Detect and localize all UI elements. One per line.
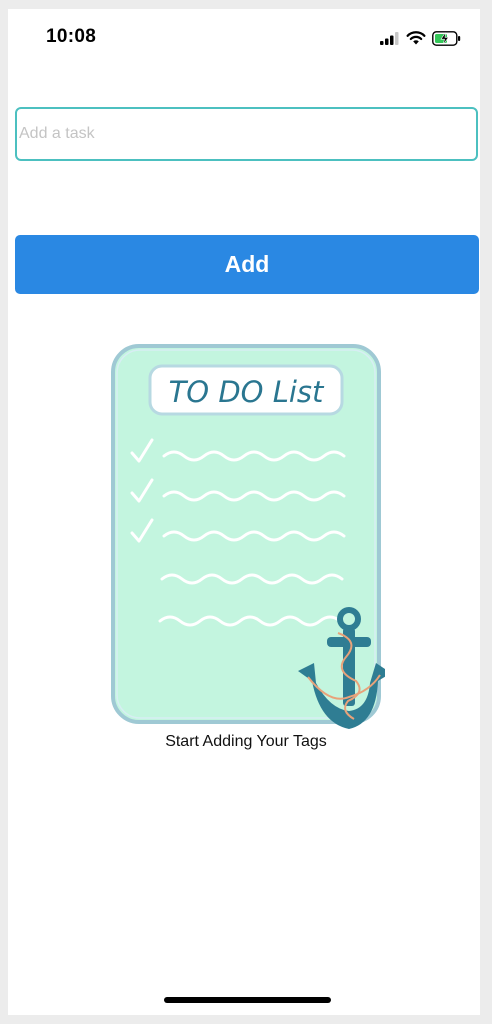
empty-state-caption: Start Adding Your Tags (165, 733, 327, 750)
add-button[interactable]: Add (15, 235, 479, 294)
wifi-icon (406, 31, 426, 45)
app-screen: 10:08 Add a task Add TO DO List Start Ad… (8, 9, 480, 1015)
task-input[interactable] (15, 107, 478, 161)
status-bar: 10:08 (8, 9, 480, 65)
illustration-title: TO DO List (169, 375, 325, 409)
todo-list-illustration: TO DO List (111, 344, 385, 729)
status-time: 10:08 (46, 26, 97, 47)
home-indicator[interactable] (164, 997, 331, 1003)
status-icons (380, 29, 462, 47)
battery-charging-icon (432, 30, 461, 46)
cellular-signal-icon (380, 31, 399, 45)
